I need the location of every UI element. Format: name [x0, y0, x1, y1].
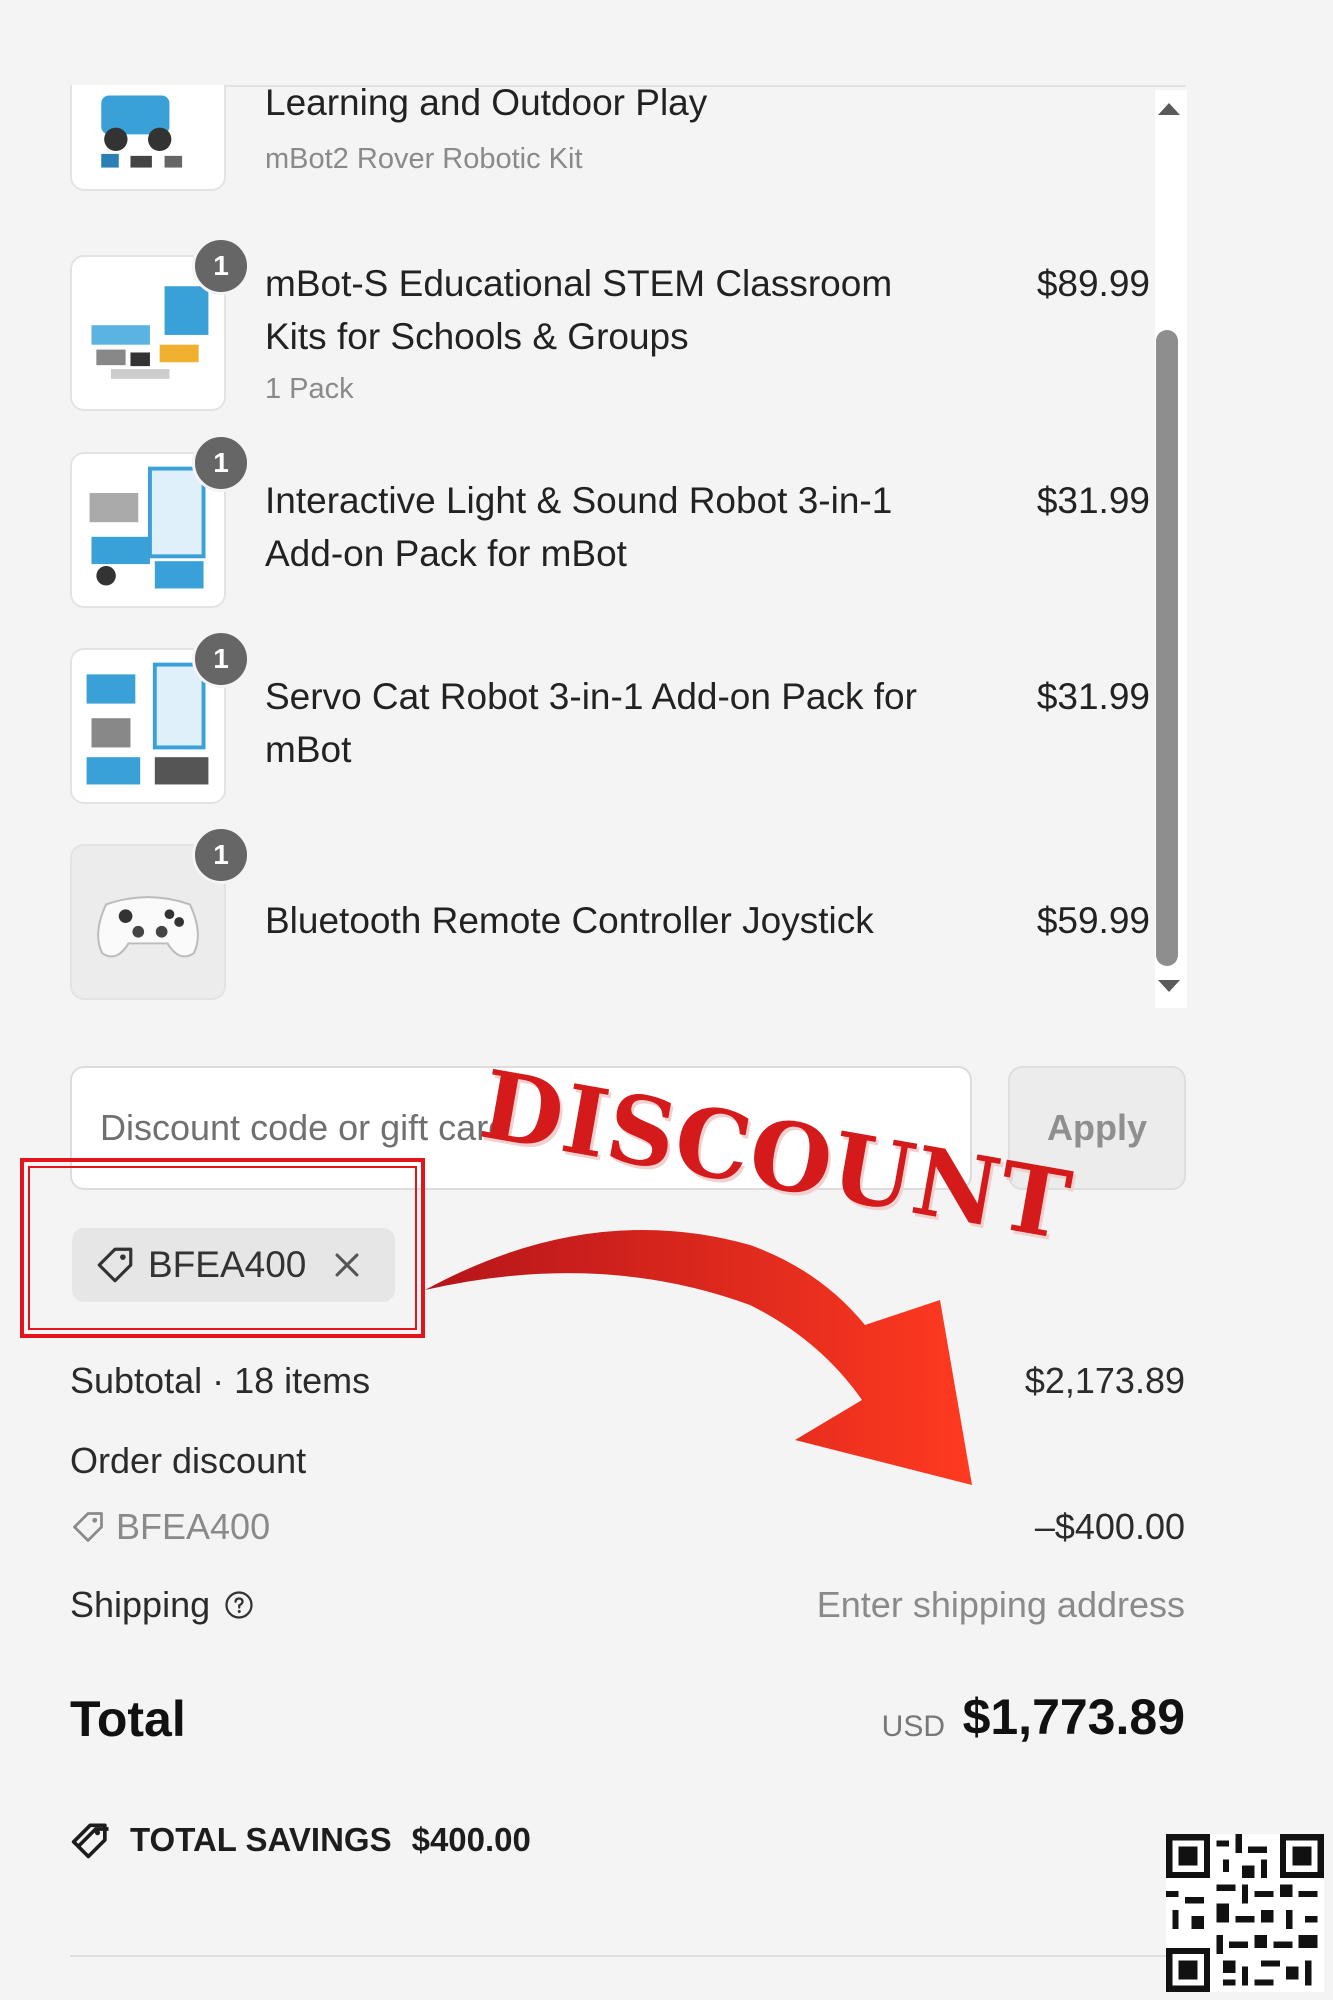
list-item: 1 mBot-S Educational STEM Classroom Kits… [70, 237, 1150, 425]
product-variant: mBot2 Rover Robotic Kit [265, 143, 583, 175]
qr-code-icon [1166, 1834, 1324, 1992]
shipping-row-label: Shipping [70, 1584, 254, 1626]
product-variant: 1 Pack [265, 373, 354, 405]
quantity-badge: 1 [192, 237, 250, 295]
product-list[interactable]: Kid's Interactive Emo Robot for Coding L… [70, 85, 1186, 1010]
product-price: $31.99 [1036, 480, 1150, 521]
bottom-divider [70, 1955, 1186, 1957]
applied-code-chip: BFEA400 [72, 1228, 395, 1302]
discount-value: –$400.00 [1034, 1506, 1185, 1547]
product-name: Servo Cat Robot 3-in-1 Add-on Pack for m… [265, 676, 917, 770]
quantity-badge: 1 [192, 434, 250, 492]
total-amount: $1,773.89 [962, 1689, 1185, 1745]
help-circle-icon[interactable] [224, 1590, 254, 1620]
product-price: $59.99 [1036, 900, 1150, 941]
savings-tag-icon [71, 1823, 109, 1859]
close-icon[interactable] [330, 1248, 364, 1282]
discount-code-text: BFEA400 [116, 1506, 271, 1547]
list-item: 1 Bluetooth Remote Controller Joystick $… [70, 826, 1150, 1010]
total-label: Total [70, 1691, 186, 1747]
list-item: 1 Servo Cat Robot 3-in-1 Add-on Pack for… [70, 630, 1150, 818]
scrollbar-thumb[interactable] [1156, 330, 1178, 966]
list-item: 1 Interactive Light & Sound Robot 3-in-1… [70, 434, 1150, 622]
product-name: Bluetooth Remote Controller Joystick [265, 900, 874, 941]
product-price: $31.99 [1036, 676, 1150, 717]
product-name: mBot-S Educational STEM Classroom Kits f… [265, 263, 893, 357]
scroll-down-icon[interactable] [1158, 980, 1180, 992]
subtotal-label: Subtotal · 18 items [70, 1360, 371, 1401]
shipping-label: Shipping [70, 1584, 211, 1625]
quantity-badge: 1 [192, 630, 250, 688]
savings-value: $400.00 [411, 1821, 531, 1858]
order-discount-label: Order discount [70, 1440, 307, 1481]
applied-code-text: BFEA400 [148, 1244, 307, 1285]
product-price: $89.99 [1036, 263, 1150, 304]
shipping-value: Enter shipping address [816, 1584, 1185, 1625]
scroll-up-icon[interactable] [1158, 103, 1180, 115]
product-name: Kid's Interactive Emo Robot for Coding L… [265, 85, 708, 123]
tag-icon [73, 1512, 103, 1542]
tag-icon [97, 1247, 133, 1283]
total-savings: TOTAL SAVINGS $400.00 [70, 1818, 531, 1862]
list-item: Kid's Interactive Emo Robot for Coding L… [70, 85, 1150, 191]
product-name: Interactive Light & Sound Robot 3-in-1 A… [265, 480, 893, 574]
savings-label: TOTAL SAVINGS [130, 1821, 392, 1858]
product-image [70, 85, 226, 191]
total-currency: USD [881, 1710, 945, 1743]
subtotal-value: $2,173.89 [1024, 1360, 1185, 1401]
quantity-badge: 1 [192, 826, 250, 884]
order-discount-code: BFEA400 [70, 1506, 270, 1548]
red-arrow-graphic [425, 1230, 972, 1485]
